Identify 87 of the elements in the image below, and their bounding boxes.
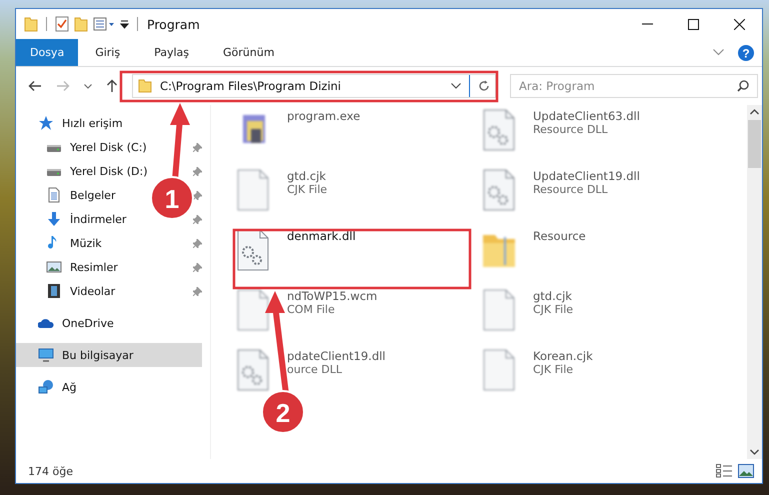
file-type: CJK File xyxy=(287,183,328,196)
checklist-icon[interactable] xyxy=(55,16,69,32)
nav-item[interactable]: OneDrive xyxy=(16,311,118,335)
network-icon xyxy=(38,379,54,395)
nav-item[interactable]: Resimler xyxy=(16,255,122,279)
file-name: ndToWP15.wcm xyxy=(287,289,378,303)
nav-item[interactable]: Ağ xyxy=(16,375,81,399)
window-title: Program xyxy=(147,16,201,32)
large-icons-view-icon[interactable] xyxy=(738,464,754,478)
blank-file-icon xyxy=(481,289,517,331)
gear-file-icon xyxy=(481,169,517,211)
file-name: Korean.cjk xyxy=(533,349,593,363)
file-item[interactable]: UpdateClient63.dll Resource DLL xyxy=(479,107,642,153)
picture-icon xyxy=(46,259,62,275)
nav-item[interactable]: Yerel Disk (D:) xyxy=(16,159,152,183)
file-item[interactable]: Resource xyxy=(479,227,588,273)
scrollbar[interactable] xyxy=(747,105,762,459)
nav-item[interactable]: İndirmeler xyxy=(16,207,130,231)
file-type: CJK File xyxy=(533,303,574,316)
step-badge xyxy=(261,390,305,434)
nav-item[interactable]: Bu bilgisayar xyxy=(16,343,202,367)
scroll-down-icon[interactable] xyxy=(750,449,759,455)
file-name: denmark.dll xyxy=(287,229,356,243)
folder-icon xyxy=(138,79,152,93)
nav-item[interactable]: Belgeler xyxy=(16,183,120,207)
refresh-icon[interactable] xyxy=(478,80,490,92)
scroll-thumb[interactable] xyxy=(748,120,761,168)
ribbon-tab[interactable]: Giriş xyxy=(78,39,138,66)
nav-item[interactable]: Müzik xyxy=(16,231,106,255)
nav-item[interactable]: Videolar xyxy=(16,279,120,303)
recent-caret-icon[interactable] xyxy=(84,84,92,88)
back-arrow-icon[interactable] xyxy=(28,80,42,92)
file-name: program.exe xyxy=(287,109,360,123)
file-name: UpdateClient19.dll xyxy=(533,169,640,183)
file-name: pdateClient19.dll xyxy=(287,349,386,363)
nav-item[interactable]: Hızlı erişim xyxy=(16,111,127,135)
file-type: ource DLL xyxy=(287,363,344,376)
file-type: Resource DLL xyxy=(533,183,609,196)
gear-file-icon xyxy=(235,229,271,271)
properties-icon[interactable] xyxy=(93,16,115,32)
help-icon[interactable]: ? xyxy=(738,44,754,60)
file-item[interactable]: UpdateClient19.dll Resource DLL xyxy=(479,167,642,213)
file-item[interactable]: gtd.cjk CJK File xyxy=(479,287,576,333)
film-icon xyxy=(46,283,62,299)
file-item[interactable]: Korean.cjk CJK File xyxy=(479,347,595,393)
search-field[interactable]: Ara: Program xyxy=(510,74,758,98)
file-item[interactable]: program.exe xyxy=(233,107,362,153)
step-badge xyxy=(150,176,194,220)
details-view-icon[interactable] xyxy=(716,464,732,478)
customize-caret-icon[interactable] xyxy=(120,19,129,29)
down-arrow-icon xyxy=(46,211,62,227)
ribbon-tab[interactable]: Paylaş xyxy=(137,39,206,66)
file-type: Resource DLL xyxy=(533,123,609,136)
close-icon xyxy=(734,18,744,30)
blank-file-icon xyxy=(481,349,517,391)
file-item[interactable]: ndToWP15.wcm COM File xyxy=(233,287,380,333)
document-icon xyxy=(46,187,62,203)
blank-file-icon xyxy=(235,169,271,211)
gear-file-icon xyxy=(235,349,271,391)
step-number: 2 xyxy=(276,398,290,428)
file-type: CJK File xyxy=(533,363,574,376)
maximize-icon xyxy=(688,18,698,30)
file-name: UpdateClient63.dll xyxy=(533,109,640,123)
ribbon-tab[interactable]: Görünüm xyxy=(206,39,292,66)
nav-item[interactable]: Yerel Disk (C:) xyxy=(16,135,151,159)
search-icon xyxy=(737,80,749,92)
file-type: COM File xyxy=(287,303,336,316)
gear-file-icon xyxy=(481,109,517,151)
ribbon-tab[interactable]: Dosya xyxy=(16,39,78,66)
address-path: C:\Program Files\Program Dizini xyxy=(160,79,342,93)
item-count: 174 öğe xyxy=(28,464,73,478)
monitor-icon xyxy=(38,347,54,363)
minimize-icon xyxy=(642,23,652,25)
expand-ribbon-icon[interactable] xyxy=(713,49,724,56)
star-icon xyxy=(38,115,54,131)
file-name: Resource xyxy=(533,229,586,243)
file-name: gtd.cjk xyxy=(533,289,573,303)
file-item[interactable]: pdateClient19.dll ource DLL xyxy=(233,347,388,393)
scroll-up-icon[interactable] xyxy=(750,109,759,115)
step-number: 1 xyxy=(164,184,180,214)
file-name: gtd.cjk xyxy=(287,169,327,183)
file-item[interactable]: gtd.cjk CJK File xyxy=(233,167,330,213)
up-arrow-icon[interactable] xyxy=(106,79,118,93)
address-field[interactable]: C:\Program Files\Program Dizini xyxy=(132,74,496,98)
file-item[interactable]: denmark.dll xyxy=(233,227,358,273)
dropdown-caret-icon[interactable] xyxy=(451,83,461,89)
blank-file-icon xyxy=(235,289,271,331)
